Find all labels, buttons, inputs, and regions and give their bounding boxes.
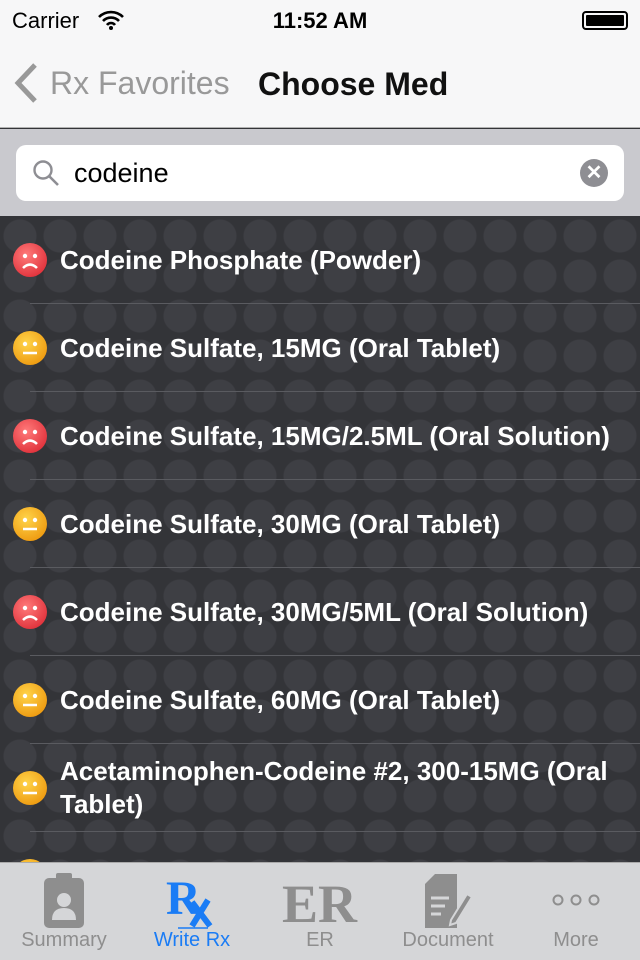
er-icon: ER — [256, 863, 384, 930]
clipboard-person-icon — [0, 863, 128, 929]
neutral-face-icon — [13, 507, 47, 541]
neutral-face-icon — [13, 683, 47, 717]
document-pencil-icon — [384, 863, 512, 929]
list-item[interactable]: Codeine Sulfate, 60MG (Oral Tablet) — [0, 656, 640, 744]
med-name: Codeine Sulfate, 15MG/2.5ML (Oral Soluti… — [60, 420, 610, 451]
tab-summary[interactable]: Summary — [0, 863, 128, 960]
battery-icon — [582, 11, 628, 30]
med-name: Acetaminophen-Codeine #2, 300-15MG (Oral… — [60, 756, 608, 819]
tab-label: More — [553, 929, 599, 951]
list-item[interactable]: Codeine Sulfate, 15MG/2.5ML (Oral Soluti… — [0, 392, 640, 480]
rx-icon: R — [128, 863, 256, 929]
clock: 11:52 AM — [272, 8, 368, 33]
more-dots-icon — [512, 863, 640, 929]
med-name: Codeine Sulfate, 60MG (Oral Tablet) — [60, 684, 501, 715]
neutral-face-icon — [13, 771, 47, 805]
medication-list[interactable]: Codeine Phosphate (Powder) Codeine Sulfat… — [0, 216, 640, 862]
tab-label: ER — [306, 929, 334, 951]
neutral-face-icon — [13, 331, 47, 365]
tab-label: Summary — [21, 929, 107, 951]
clear-search-button[interactable]: ✕ — [580, 159, 608, 187]
list-item[interactable]: Codeine Sulfate, 30MG (Oral Tablet) — [0, 480, 640, 568]
page-title: Choose Med — [258, 66, 449, 102]
list-item[interactable]: Codeine Sulfate, 15MG (Oral Tablet) — [0, 304, 640, 392]
navigation-bar: Rx Favorites Choose Med — [0, 40, 640, 128]
tab-er[interactable]: ER ER — [256, 863, 384, 960]
list-item[interactable]: Codeine Sulfate, 30MG/5ML (Oral Solution… — [0, 568, 640, 656]
search-icon — [33, 160, 59, 186]
tab-bar: Summary R Write Rx ER ER Document More — [0, 862, 640, 960]
med-name: Codeine Phosphate (Powder) — [60, 244, 422, 275]
search-field[interactable]: ✕ — [16, 145, 624, 201]
tab-more[interactable]: More — [512, 863, 640, 960]
search-input[interactable] — [74, 153, 574, 193]
list-item[interactable]: Codeine Phosphate (Powder) — [0, 216, 640, 304]
back-label: Rx Favorites — [50, 64, 230, 101]
back-button[interactable]: Rx Favorites — [14, 62, 230, 104]
tab-write-rx[interactable]: R Write Rx — [128, 863, 256, 960]
med-name: Codeine Sulfate, 30MG/5ML (Oral Solution… — [60, 596, 589, 627]
list-item[interactable]: Acetaminophen-Codeine #3, 300-30MG — [0, 832, 640, 862]
sad-face-icon — [13, 243, 47, 277]
status-bar: Carrier 11:52 AM — [0, 0, 640, 40]
tab-label: Document — [402, 929, 494, 951]
list-item[interactable]: Acetaminophen-Codeine #2, 300-15MG (Oral… — [0, 744, 640, 832]
search-bar: ✕ — [0, 129, 640, 216]
med-name: Codeine Sulfate, 30MG (Oral Tablet) — [60, 508, 501, 539]
tab-document[interactable]: Document — [384, 863, 512, 960]
sad-face-icon — [13, 595, 47, 629]
chevron-left-icon — [14, 63, 37, 103]
sad-face-icon — [13, 419, 47, 453]
svg-text:ER: ER — [282, 874, 358, 930]
med-name: Codeine Sulfate, 15MG (Oral Tablet) — [60, 332, 501, 363]
tab-label: Write Rx — [153, 929, 231, 951]
